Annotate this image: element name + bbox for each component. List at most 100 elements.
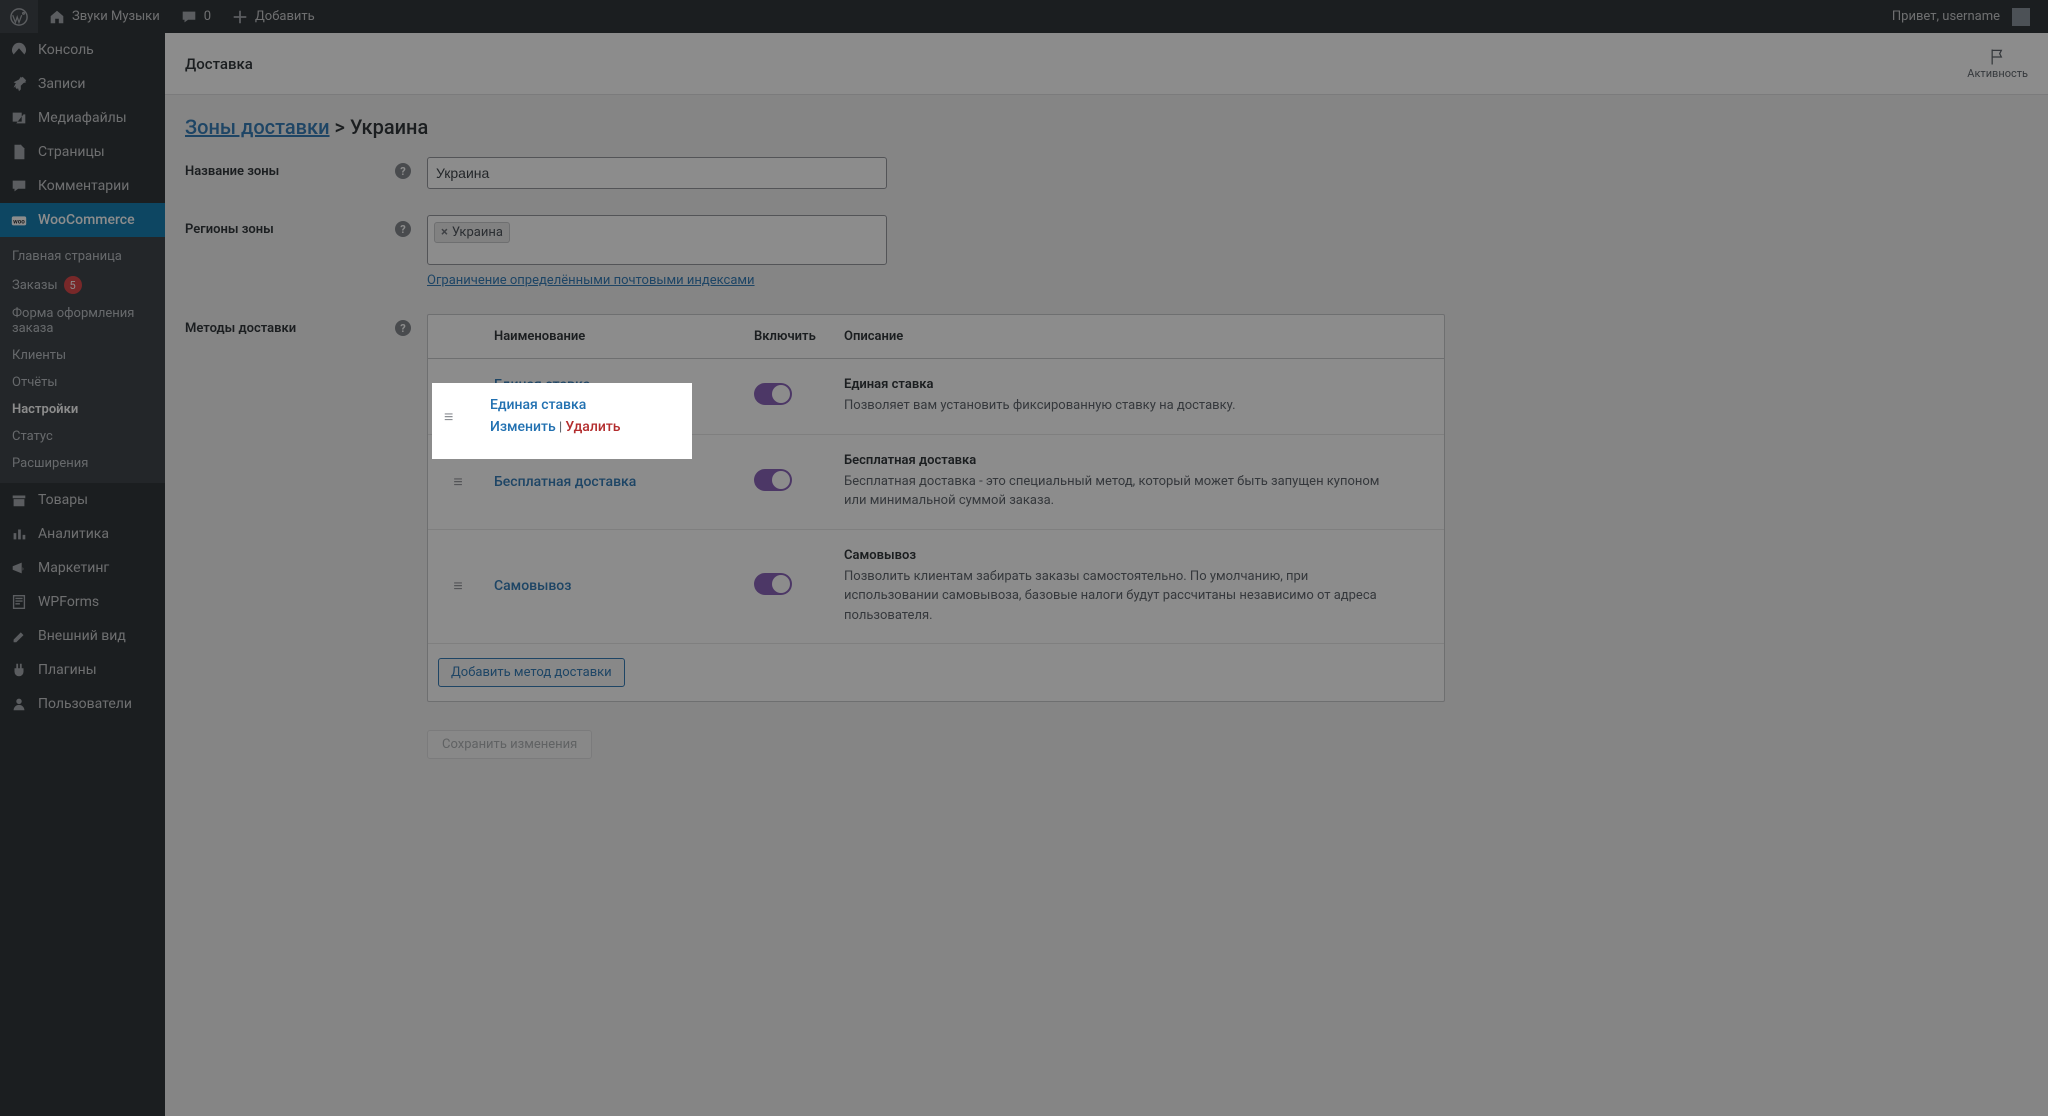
activity-button[interactable]: Активность bbox=[1967, 47, 2028, 80]
method-description: Бесплатная доставкаБесплатная доставка -… bbox=[838, 453, 1444, 511]
zone-regions-row: Регионы зоны ? × Украина Ограничение опр… bbox=[185, 215, 1445, 288]
greeting-text: Привет, username bbox=[1892, 9, 2000, 24]
comments-count: 0 bbox=[204, 9, 211, 24]
archive-icon bbox=[10, 491, 28, 509]
sidebar-item-megaphone[interactable]: Маркетинг bbox=[0, 551, 165, 585]
sidebar-item-label: Консоль bbox=[38, 42, 94, 58]
analytics-icon bbox=[10, 525, 28, 543]
submenu-item[interactable]: Клиенты bbox=[0, 342, 165, 369]
avatar bbox=[2012, 8, 2030, 26]
table-footer: Добавить метод доставки bbox=[428, 644, 1444, 701]
desc-title: Самовывоз bbox=[844, 548, 1438, 563]
drag-handle-icon[interactable]: ≡ bbox=[428, 472, 488, 492]
wc-header-title: Доставка bbox=[185, 55, 253, 73]
methods-label: Методы доставки bbox=[185, 321, 296, 336]
account-link[interactable]: Привет, username bbox=[1882, 0, 2040, 33]
zone-regions-select[interactable]: × Украина bbox=[427, 215, 887, 265]
desc-title: Бесплатная доставка bbox=[844, 453, 1438, 468]
add-shipping-method-button[interactable]: Добавить метод доставки bbox=[438, 658, 625, 687]
desc-title: Единая ставка bbox=[844, 377, 1438, 392]
submenu-item[interactable]: Настройки bbox=[0, 396, 165, 423]
submenu-item[interactable]: Заказы5 bbox=[0, 270, 165, 300]
enable-toggle[interactable] bbox=[754, 469, 792, 491]
col-desc-header: Описание bbox=[838, 329, 1444, 344]
site-name-link[interactable]: Звуки Музыки bbox=[38, 0, 170, 33]
sidebar-item-dashboard[interactable]: Консоль bbox=[0, 33, 165, 67]
shipping-methods-table: Наименование Включить Описание ≡Единая с… bbox=[427, 314, 1445, 702]
zone-name-input[interactable] bbox=[427, 157, 887, 189]
plugins-icon bbox=[10, 661, 28, 679]
comments-link[interactable]: 0 bbox=[170, 0, 221, 33]
help-tip-icon[interactable]: ? bbox=[395, 163, 411, 179]
comment-icon bbox=[180, 8, 198, 26]
region-tag: × Украина bbox=[434, 222, 510, 243]
submenu-label: Главная страница bbox=[12, 249, 122, 264]
submenu-label: Статус bbox=[12, 429, 53, 444]
wp-admin-bar: Звуки Музыки 0 Добавить Привет, username bbox=[0, 0, 2048, 33]
row-actions: Изменить | Удалить bbox=[494, 399, 742, 415]
sidebar-item-label: WPForms bbox=[38, 594, 99, 610]
sidebar-item-label: Пользователи bbox=[38, 696, 132, 712]
sidebar-item-label: Комментарии bbox=[38, 178, 129, 194]
activity-label: Активность bbox=[1967, 67, 2028, 80]
breadcrumb: Зоны доставки > Украина bbox=[185, 115, 1445, 139]
shipping-method-row: ≡ Единая ставка Изменить | Удалить Единая с… bbox=[428, 359, 1444, 435]
delete-link[interactable]: Удалить bbox=[569, 399, 624, 415]
shipping-method-row: ≡ Самовывоз Самовывоз Позволить клиентам за… bbox=[428, 530, 1444, 645]
flag-icon bbox=[1988, 47, 2008, 67]
enable-toggle[interactable] bbox=[754, 573, 792, 595]
sidebar-item-appearance[interactable]: Внешний вид bbox=[0, 619, 165, 653]
submenu-label: Клиенты bbox=[12, 348, 66, 363]
help-tip-icon[interactable]: ? bbox=[395, 221, 411, 237]
method-name-link[interactable]: Бесплатная доставка bbox=[494, 474, 636, 490]
sidebar-item-analytics[interactable]: Аналитика bbox=[0, 517, 165, 551]
sidebar-item-users[interactable]: Пользователи bbox=[0, 687, 165, 721]
add-new-label: Добавить bbox=[255, 9, 315, 24]
sidebar-item-woo[interactable]: woo WooCommerce bbox=[0, 203, 165, 237]
sidebar-item-label: Товары bbox=[38, 492, 88, 508]
sidebar-item-archive[interactable]: Товары bbox=[0, 483, 165, 517]
megaphone-icon bbox=[10, 559, 28, 577]
submenu-item[interactable]: Расширения bbox=[0, 450, 165, 477]
method-description: Единая ставкаПозволяет вам установить фи… bbox=[838, 377, 1444, 416]
home-icon bbox=[48, 8, 66, 26]
add-new-link[interactable]: Добавить bbox=[221, 0, 325, 33]
sidebar-item-label: Медиафайлы bbox=[38, 110, 127, 126]
submenu-item[interactable]: Главная страница bbox=[0, 243, 165, 270]
submenu-item[interactable]: Форма оформления заказа bbox=[0, 300, 165, 342]
edit-link[interactable]: Изменить bbox=[494, 399, 560, 415]
method-name-link[interactable]: Самовывоз bbox=[494, 578, 571, 594]
sidebar-item-label: Внешний вид bbox=[38, 628, 126, 644]
remove-tag-icon[interactable]: × bbox=[441, 225, 448, 240]
sidebar-item-pin[interactable]: Записи bbox=[0, 67, 165, 101]
wp-logo[interactable] bbox=[0, 0, 38, 33]
sidebar-item-label: Аналитика bbox=[38, 526, 109, 542]
sidebar-item-label: WooCommerce bbox=[38, 212, 135, 228]
count-badge: 5 bbox=[64, 276, 82, 294]
submenu-item[interactable]: Статус bbox=[0, 423, 165, 450]
dashboard-icon bbox=[10, 41, 28, 59]
appearance-icon bbox=[10, 627, 28, 645]
submenu-item[interactable]: Отчёты bbox=[0, 369, 165, 396]
desc-body: Позволить клиентам забирать заказы самос… bbox=[844, 567, 1404, 626]
woo-submenu: Главная страница Заказы5Форма оформления … bbox=[0, 237, 165, 483]
help-tip-icon[interactable]: ? bbox=[395, 320, 411, 336]
sidebar-item-page[interactable]: Страницы bbox=[0, 135, 165, 169]
sidebar-item-media[interactable]: Медиафайлы bbox=[0, 101, 165, 135]
breadcrumb-root-link[interactable]: Зоны доставки bbox=[185, 115, 330, 139]
sidebar-item-label: Плагины bbox=[38, 662, 97, 678]
drag-handle-icon[interactable]: ≡ bbox=[428, 386, 488, 406]
admin-sidebar: Консоль Записи Медиафайлы Страницы Комментар… bbox=[0, 33, 165, 1116]
zone-name-label: Название зоны bbox=[185, 164, 279, 179]
drag-handle-icon[interactable]: ≡ bbox=[428, 576, 488, 596]
sidebar-item-comment[interactable]: Комментарии bbox=[0, 169, 165, 203]
sidebar-item-forms[interactable]: WPForms bbox=[0, 585, 165, 619]
postal-restrict-link[interactable]: Ограничение определёнными почтовыми инде… bbox=[427, 273, 755, 288]
save-changes-button[interactable]: Сохранить изменения bbox=[427, 730, 592, 759]
enable-toggle[interactable] bbox=[754, 383, 792, 405]
method-name-link[interactable]: Единая ставка bbox=[494, 377, 590, 393]
svg-text:woo: woo bbox=[13, 218, 25, 226]
wc-header-bar: Доставка Активность bbox=[165, 33, 2048, 95]
sidebar-item-label: Страницы bbox=[38, 144, 105, 160]
sidebar-item-plugins[interactable]: Плагины bbox=[0, 653, 165, 687]
